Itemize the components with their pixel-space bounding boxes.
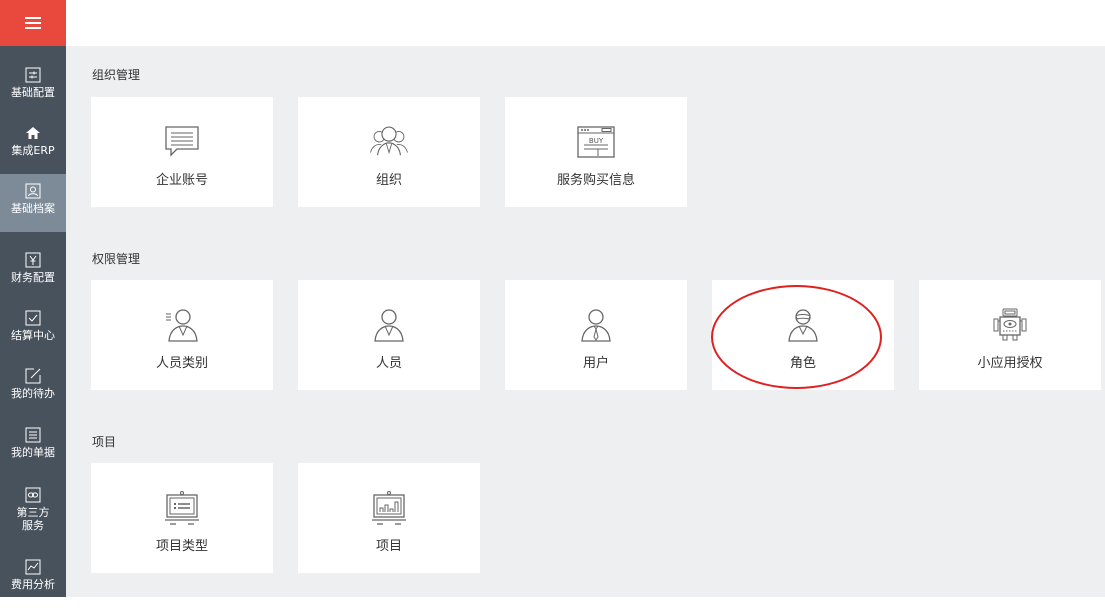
sidebar-item-basic-archive[interactable]: 基础档案 [0, 174, 66, 232]
robot-icon [988, 306, 1032, 344]
sliders-icon [24, 66, 42, 84]
card-label: 服务购买信息 [556, 173, 635, 188]
card-label: 小应用授权 [977, 356, 1043, 371]
sidebar-item-expense-analysis[interactable]: 费用分析 [0, 550, 66, 608]
card-label: 组织 [375, 173, 402, 188]
sidebar-item-label: 我的待办 [11, 387, 55, 400]
person-category-icon [160, 306, 204, 344]
home-icon [24, 124, 42, 142]
card-label: 用户 [582, 356, 609, 371]
sidebar-item-label: 第三方服务 [16, 506, 50, 532]
sidebar-item-erp[interactable]: 集成ERP [0, 116, 66, 174]
group-icon [367, 123, 411, 161]
card-project[interactable]: 项目 [298, 463, 480, 573]
card-label: 项目 [375, 539, 402, 554]
menu-toggle-button[interactable] [0, 0, 66, 46]
edit-icon [24, 367, 42, 385]
card-user[interactable]: 用户 [505, 280, 687, 390]
person-icon [367, 306, 411, 344]
sidebar-item-settlement[interactable]: 结算中心 [0, 301, 66, 359]
top-header [66, 0, 1105, 46]
sidebar-item-label: 基础档案 [11, 202, 55, 215]
person-card-icon [24, 182, 42, 200]
sidebar-item-label: 我的单据 [11, 446, 55, 459]
checkbox-icon [24, 309, 42, 327]
role-mask-icon [781, 306, 825, 344]
message-board-icon [160, 123, 204, 161]
svg-text:BUY: BUY [589, 137, 604, 145]
sidebar-item-label: 集成ERP [11, 144, 55, 157]
card-project-type[interactable]: 项目类型 [91, 463, 273, 573]
sidebar-item-third-party[interactable]: 第三方服务 [0, 478, 66, 544]
project-board-list-icon [160, 489, 204, 527]
sidebar: 基础配置 集成ERP 基础档案 财务配置 结算中心 我的待办 我的单据 第三方服… [0, 0, 66, 597]
hamburger-icon [25, 17, 41, 29]
card-role[interactable]: 角色 [712, 280, 894, 390]
sidebar-item-label: 财务配置 [11, 271, 55, 284]
project-board-chart-icon [367, 489, 411, 527]
sidebar-item-basic-config[interactable]: 基础配置 [0, 58, 66, 116]
card-label: 角色 [789, 356, 816, 371]
sidebar-item-finance-config[interactable]: 财务配置 [0, 243, 66, 301]
sidebar-item-todo[interactable]: 我的待办 [0, 359, 66, 417]
yen-icon [24, 251, 42, 269]
card-label: 企业账号 [155, 173, 208, 188]
card-mini-app-authorization[interactable]: 小应用授权 [919, 280, 1101, 390]
sidebar-item-label: 费用分析 [11, 578, 55, 591]
link-icon [24, 486, 42, 504]
section-title-project: 项目 [92, 435, 117, 449]
card-label: 人员类别 [155, 356, 208, 371]
card-personnel[interactable]: 人员 [298, 280, 480, 390]
chart-icon [24, 558, 42, 576]
user-tie-icon [574, 306, 618, 344]
buy-browser-icon: BUY [574, 123, 618, 161]
section-title-permission: 权限管理 [92, 252, 141, 266]
sidebar-item-label: 结算中心 [11, 329, 55, 342]
card-label: 人员 [375, 356, 402, 371]
card-enterprise-account[interactable]: 企业账号 [91, 97, 273, 207]
section-title-org: 组织管理 [92, 68, 141, 82]
list-icon [24, 426, 42, 444]
sidebar-item-my-documents[interactable]: 我的单据 [0, 418, 66, 476]
main-content: 组织管理 企业账号 组织 BUY 服务购买信息 权限管理 人员类别 人员 用户 … [66, 46, 1105, 597]
sidebar-item-label: 基础配置 [11, 86, 55, 99]
card-organization[interactable]: 组织 [298, 97, 480, 207]
card-label: 项目类型 [155, 539, 208, 554]
card-personnel-category[interactable]: 人员类别 [91, 280, 273, 390]
card-service-purchase[interactable]: BUY 服务购买信息 [505, 97, 687, 207]
